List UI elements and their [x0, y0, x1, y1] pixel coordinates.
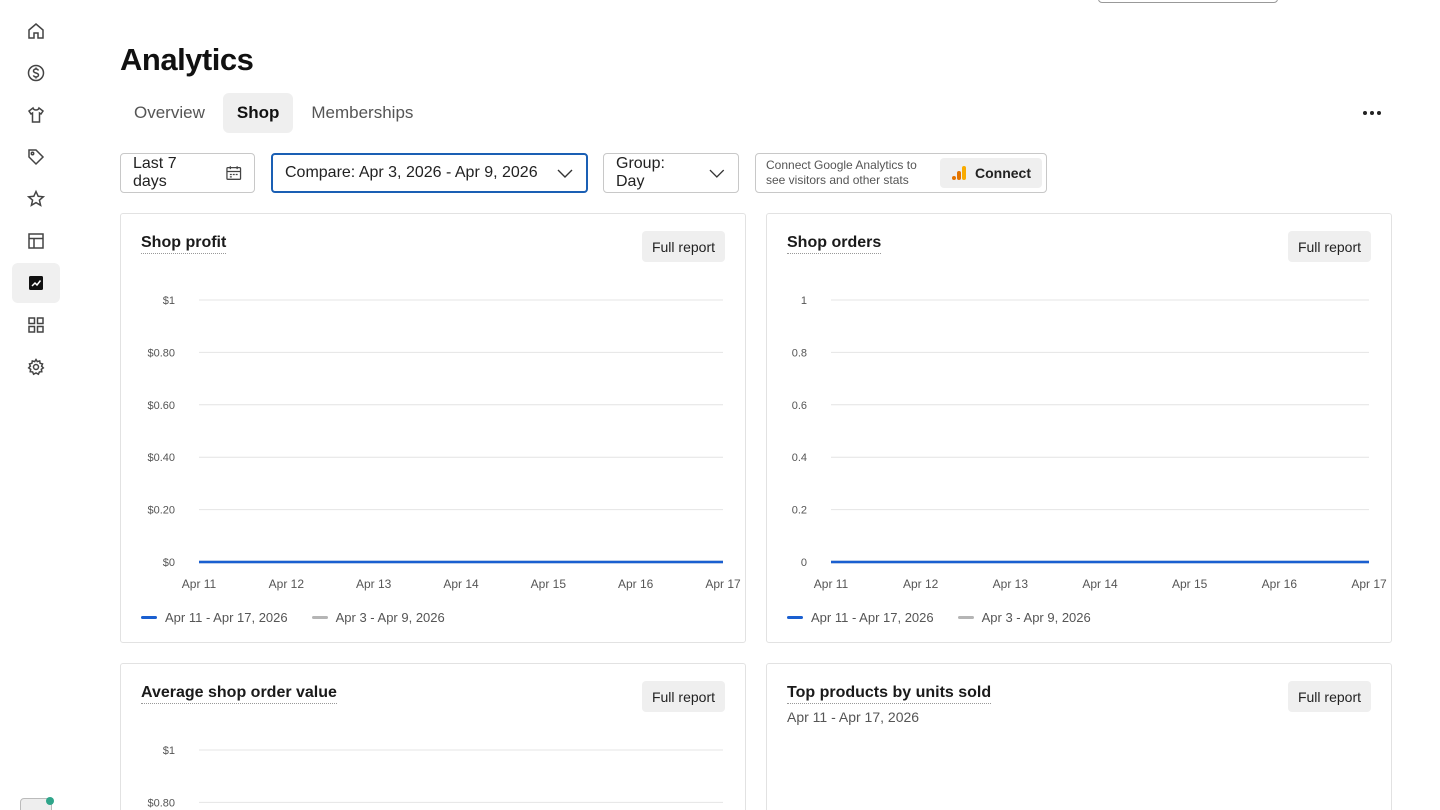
group-label: Group: Day [616, 155, 665, 190]
tab-shop[interactable]: Shop [222, 93, 294, 133]
y-tick-label: 0.8 [792, 347, 807, 359]
chevron-down-icon [709, 169, 725, 178]
dollar-icon [27, 64, 45, 82]
google-analytics-banner: Connect Google Analytics to see visitors… [755, 153, 1047, 193]
shop-profit-card: Shop profit Full report $0 $0.20 $0.40 $0.6… [120, 213, 746, 643]
sidebar-item-tags[interactable] [12, 137, 60, 177]
table-icon [28, 233, 44, 249]
sidebar-item-favorites[interactable] [12, 179, 60, 219]
grid-icon [28, 317, 44, 333]
legend-item: Apr 3 - Apr 9, 2026 [957, 610, 1091, 625]
sidebar-item-earnings[interactable] [12, 53, 60, 93]
legend-label: Apr 3 - Apr 9, 2026 [981, 610, 1091, 625]
full-report-button[interactable]: Full report [1287, 681, 1371, 712]
legend-swatch [957, 616, 974, 619]
sidebar-item-analytics[interactable] [12, 263, 60, 303]
more-dot [1377, 111, 1381, 115]
more-options-button[interactable] [1356, 102, 1388, 124]
chart-legend: Apr 11 - Apr 17, 2026 Apr 3 - Apr 9, 202… [141, 610, 445, 625]
x-tick-label: Apr 12 [269, 577, 305, 591]
x-tick-label: Apr 11 [814, 577, 849, 591]
x-tick-label: Apr 14 [443, 577, 479, 591]
average-order-value-card: Average shop order value Full report $0.… [120, 663, 746, 810]
tab-overview[interactable]: Overview [120, 93, 219, 133]
x-tick-label: Apr 17 [1351, 577, 1387, 591]
legend-item: Apr 3 - Apr 9, 2026 [311, 610, 445, 625]
y-tick-label: $0.40 [147, 452, 175, 464]
card-subtitle: Apr 11 - Apr 17, 2026 [787, 709, 920, 725]
x-tick-label: Apr 16 [618, 577, 654, 591]
shop-profit-chart: $0 $0.20 $0.40 $0.60 $0.80 $1 Apr 11 Apr 12 Apr … [147, 295, 741, 591]
top-search-input[interactable] [1098, 0, 1278, 3]
connect-google-analytics-button[interactable]: Connect [940, 158, 1042, 188]
average-order-value-chart: $0.80 $1 [147, 745, 723, 809]
y-tick-label: $1 [163, 745, 175, 757]
sidebar-item-home[interactable] [12, 11, 60, 51]
y-tick-label: $1 [163, 295, 175, 307]
x-tick-label: Apr 16 [1262, 577, 1298, 591]
legend-item: Apr 11 - Apr 17, 2026 [787, 610, 934, 625]
tab-bar: Overview Shop Memberships [120, 93, 427, 133]
x-tick-label: Apr 15 [531, 577, 567, 591]
x-tick-label: Apr 15 [1172, 577, 1208, 591]
tab-memberships[interactable]: Memberships [297, 93, 427, 133]
more-dot [1370, 111, 1374, 115]
y-tick-label: 0 [801, 557, 807, 569]
shirt-icon [27, 106, 45, 123]
chevron-down-icon [557, 169, 573, 178]
chart-legend: Apr 11 - Apr 17, 2026 Apr 3 - Apr 9, 202… [787, 610, 1091, 625]
tag-icon [28, 149, 45, 166]
google-analytics-text: Connect Google Analytics to see visitors… [766, 158, 917, 187]
connect-label: Connect [975, 165, 1031, 181]
x-tick-label: Apr 14 [1082, 577, 1118, 591]
legend-swatch [141, 616, 157, 619]
y-tick-label: $0.20 [147, 505, 175, 517]
sidebar-item-apps[interactable] [12, 305, 60, 345]
x-tick-label: Apr 17 [705, 577, 741, 591]
y-tick-label: 0.2 [792, 505, 807, 517]
legend-label: Apr 3 - Apr 9, 2026 [335, 610, 445, 625]
y-tick-label: 0.4 [792, 452, 807, 464]
legend-swatch [787, 616, 803, 619]
shop-orders-chart: 0 0.2 0.4 0.6 0.8 1 Apr 11 Apr 12 Apr 13 Apr 14 Ap… [792, 295, 1387, 591]
y-tick-label: $0 [163, 557, 175, 569]
x-tick-label: Apr 12 [903, 577, 939, 591]
group-select[interactable]: Group: Day [603, 153, 739, 193]
x-tick-label: Apr 13 [993, 577, 1029, 591]
legend-label: Apr 11 - Apr 17, 2026 [165, 610, 288, 625]
x-tick-label: Apr 13 [356, 577, 392, 591]
y-tick-label: $0.60 [147, 400, 175, 412]
google-analytics-icon [952, 166, 966, 180]
online-status-dot [46, 797, 54, 805]
sidebar-item-settings[interactable] [12, 347, 60, 387]
legend-swatch [311, 616, 328, 619]
compare-label: Compare: Apr 3, 2026 - Apr 9, 2026 [285, 164, 538, 181]
shop-orders-card: Shop orders Full report 0 0.2 0.4 0.6 0.8 1 Ap… [766, 213, 1392, 643]
y-tick-label: 0.6 [792, 400, 807, 412]
legend-item: Apr 11 - Apr 17, 2026 [141, 610, 288, 625]
star-icon [26, 189, 46, 207]
page-title: Analytics [120, 42, 254, 77]
card-title[interactable]: Top products by units sold [787, 684, 992, 704]
sidebar-item-shop[interactable] [12, 95, 60, 135]
top-products-card: Top products by units sold Apr 11 - Apr … [766, 663, 1392, 810]
date-range-select[interactable]: Last 7 days [120, 153, 255, 193]
more-dot [1363, 111, 1367, 115]
y-tick-label: $0.80 [147, 797, 175, 809]
analytics-icon [29, 276, 43, 290]
y-tick-label: $0.80 [147, 347, 175, 359]
sidebar-item-posts[interactable] [12, 221, 60, 261]
compare-select[interactable]: Compare: Apr 3, 2026 - Apr 9, 2026 [271, 153, 588, 193]
sidebar [0, 0, 72, 810]
y-tick-label: 1 [801, 295, 807, 307]
date-range-label: Last 7 days [133, 155, 177, 190]
gear-icon [27, 358, 45, 376]
legend-label: Apr 11 - Apr 17, 2026 [811, 610, 934, 625]
home-icon [28, 23, 44, 39]
calendar-icon [225, 166, 241, 180]
x-tick-label: Apr 11 [182, 577, 217, 591]
